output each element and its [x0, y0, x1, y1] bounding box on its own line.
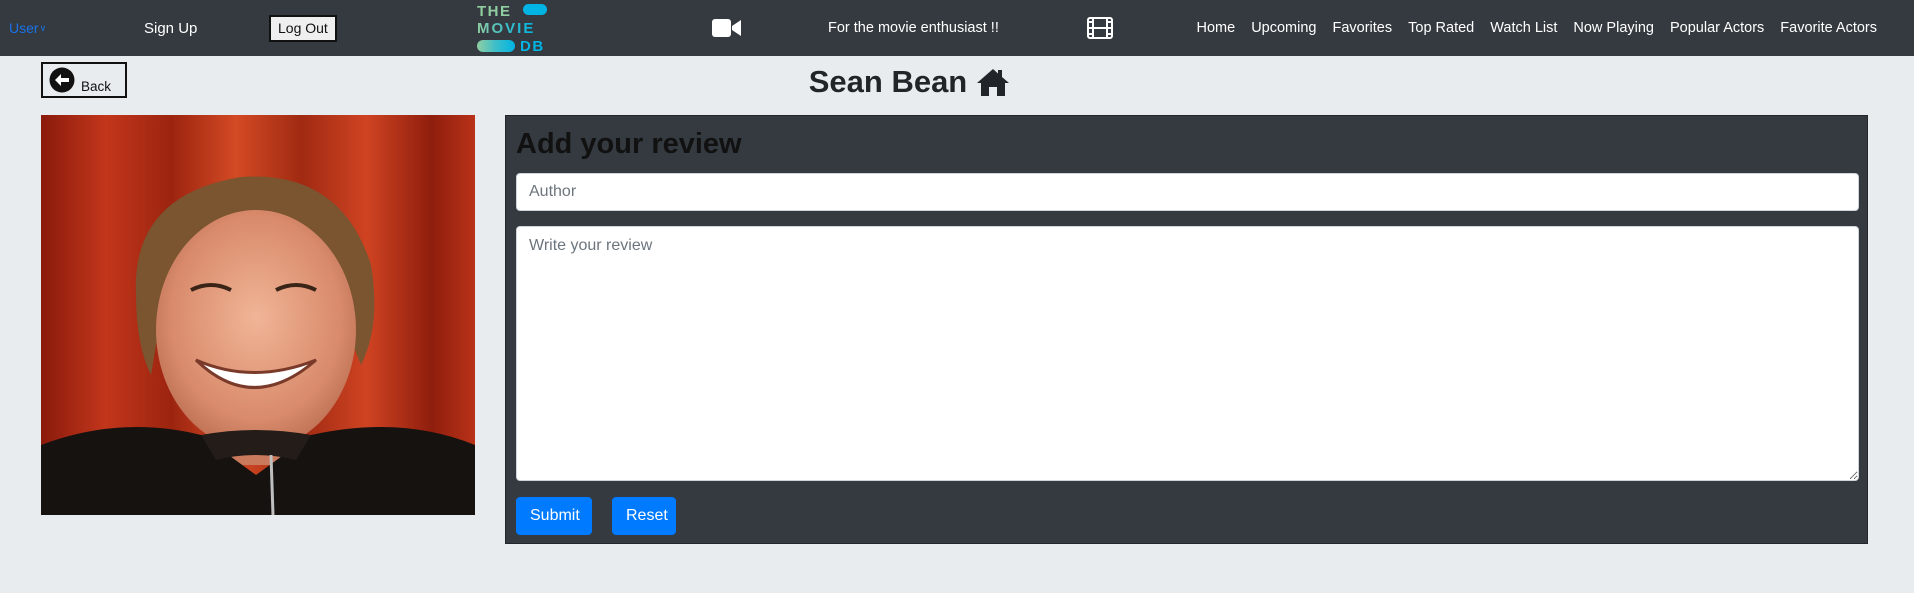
menu-favorite-actors[interactable]: Favorite Actors: [1780, 20, 1877, 36]
main-menu: Home Upcoming Favorites Top Rated Watch …: [1197, 0, 1877, 56]
menu-favorites[interactable]: Favorites: [1332, 20, 1392, 36]
menu-now-playing[interactable]: Now Playing: [1573, 20, 1654, 36]
logo-pill-bottom: [477, 40, 515, 52]
actor-photo: [41, 115, 475, 515]
logout-button[interactable]: Log Out: [269, 14, 337, 42]
menu-upcoming[interactable]: Upcoming: [1251, 20, 1316, 36]
page-title-wrap: Sean Bean: [0, 60, 1820, 104]
menu-home[interactable]: Home: [1197, 20, 1236, 36]
reset-button[interactable]: Reset: [612, 497, 676, 535]
logo-line1: THE: [477, 3, 512, 20]
top-navbar: User ∨ Sign Up Log Out THE MOVIE DB For t: [0, 0, 1914, 56]
actor-portrait: [41, 115, 475, 515]
menu-popular-actors[interactable]: Popular Actors: [1670, 20, 1764, 36]
review-heading: Add your review: [516, 128, 742, 160]
tmdb-logo[interactable]: THE MOVIE DB: [476, 0, 548, 56]
logout-button-wrap: Log Out: [269, 0, 337, 56]
logo-line3: DB: [520, 38, 545, 55]
review-panel: Add your review Submit Reset: [505, 115, 1868, 544]
film-icon: [1087, 0, 1113, 56]
logo-line2: MOVIE: [477, 20, 535, 37]
logo-pill-top: [523, 4, 547, 15]
user-dropdown-label: User: [9, 20, 39, 36]
menu-top-rated[interactable]: Top Rated: [1408, 20, 1474, 36]
review-textarea[interactable]: [516, 226, 1859, 481]
tmdb-logo-graphic: THE MOVIE DB: [477, 3, 547, 55]
page-title: Sean Bean: [808, 64, 968, 99]
tagline: For the movie enthusiast !!: [828, 20, 999, 36]
menu-watch-list[interactable]: Watch List: [1490, 20, 1557, 36]
author-input[interactable]: [516, 173, 1859, 211]
submit-button[interactable]: Submit: [516, 497, 592, 535]
user-dropdown[interactable]: User ∨: [9, 0, 46, 56]
home-icon[interactable]: [975, 67, 1011, 97]
signup-link[interactable]: Sign Up: [144, 0, 197, 56]
chevron-down-icon: ∨: [39, 22, 47, 33]
video-camera-icon: [712, 0, 742, 56]
